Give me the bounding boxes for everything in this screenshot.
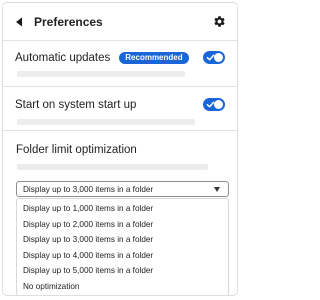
- description-placeholder: [17, 71, 185, 77]
- dropdown-option[interactable]: Display up to 4,000 items in a folder: [17, 248, 228, 264]
- page-title: Preferences: [34, 14, 103, 29]
- gear-icon[interactable]: [213, 15, 226, 28]
- chevron-left-icon[interactable]: [15, 17, 24, 27]
- dropdown-option[interactable]: Display up to 3,000 items in a folder: [17, 232, 228, 248]
- toggle-knob: [214, 53, 223, 62]
- automatic-updates-toggle[interactable]: [203, 51, 225, 64]
- panel-header: Preferences: [3, 3, 237, 41]
- description-placeholder: [17, 119, 195, 125]
- start-on-startup-section: Start on system start up: [3, 87, 237, 131]
- folder-limit-select[interactable]: Display up to 3,000 items in a folder: [16, 181, 229, 197]
- toggle-knob: [214, 100, 223, 109]
- automatic-updates-label: Automatic updates: [15, 51, 111, 64]
- dropdown-option[interactable]: Display up to 5,000 items in a folder: [17, 263, 228, 279]
- description-placeholder: [17, 164, 208, 170]
- select-value: Display up to 3,000 items in a folder: [23, 184, 154, 194]
- dropdown-option[interactable]: Display up to 2,000 items in a folder: [17, 217, 228, 233]
- folder-limit-dropdown: Display up to 1,000 items in a folder Di…: [16, 198, 229, 295]
- folder-limit-label: Folder limit optimization: [16, 144, 137, 156]
- preferences-panel: Preferences Automatic updates Recommende…: [2, 2, 238, 296]
- dropdown-option[interactable]: Display up to 1,000 items in a folder: [17, 201, 228, 217]
- caret-down-icon: [214, 187, 220, 192]
- automatic-updates-section: Automatic updates Recommended: [3, 41, 237, 87]
- start-on-startup-label: Start on system start up: [15, 98, 137, 111]
- dropdown-option[interactable]: No optimization: [17, 279, 228, 295]
- start-on-startup-toggle[interactable]: [203, 98, 225, 111]
- recommended-badge: Recommended: [119, 51, 189, 64]
- folder-limit-section: Folder limit optimization Display up to …: [3, 131, 237, 295]
